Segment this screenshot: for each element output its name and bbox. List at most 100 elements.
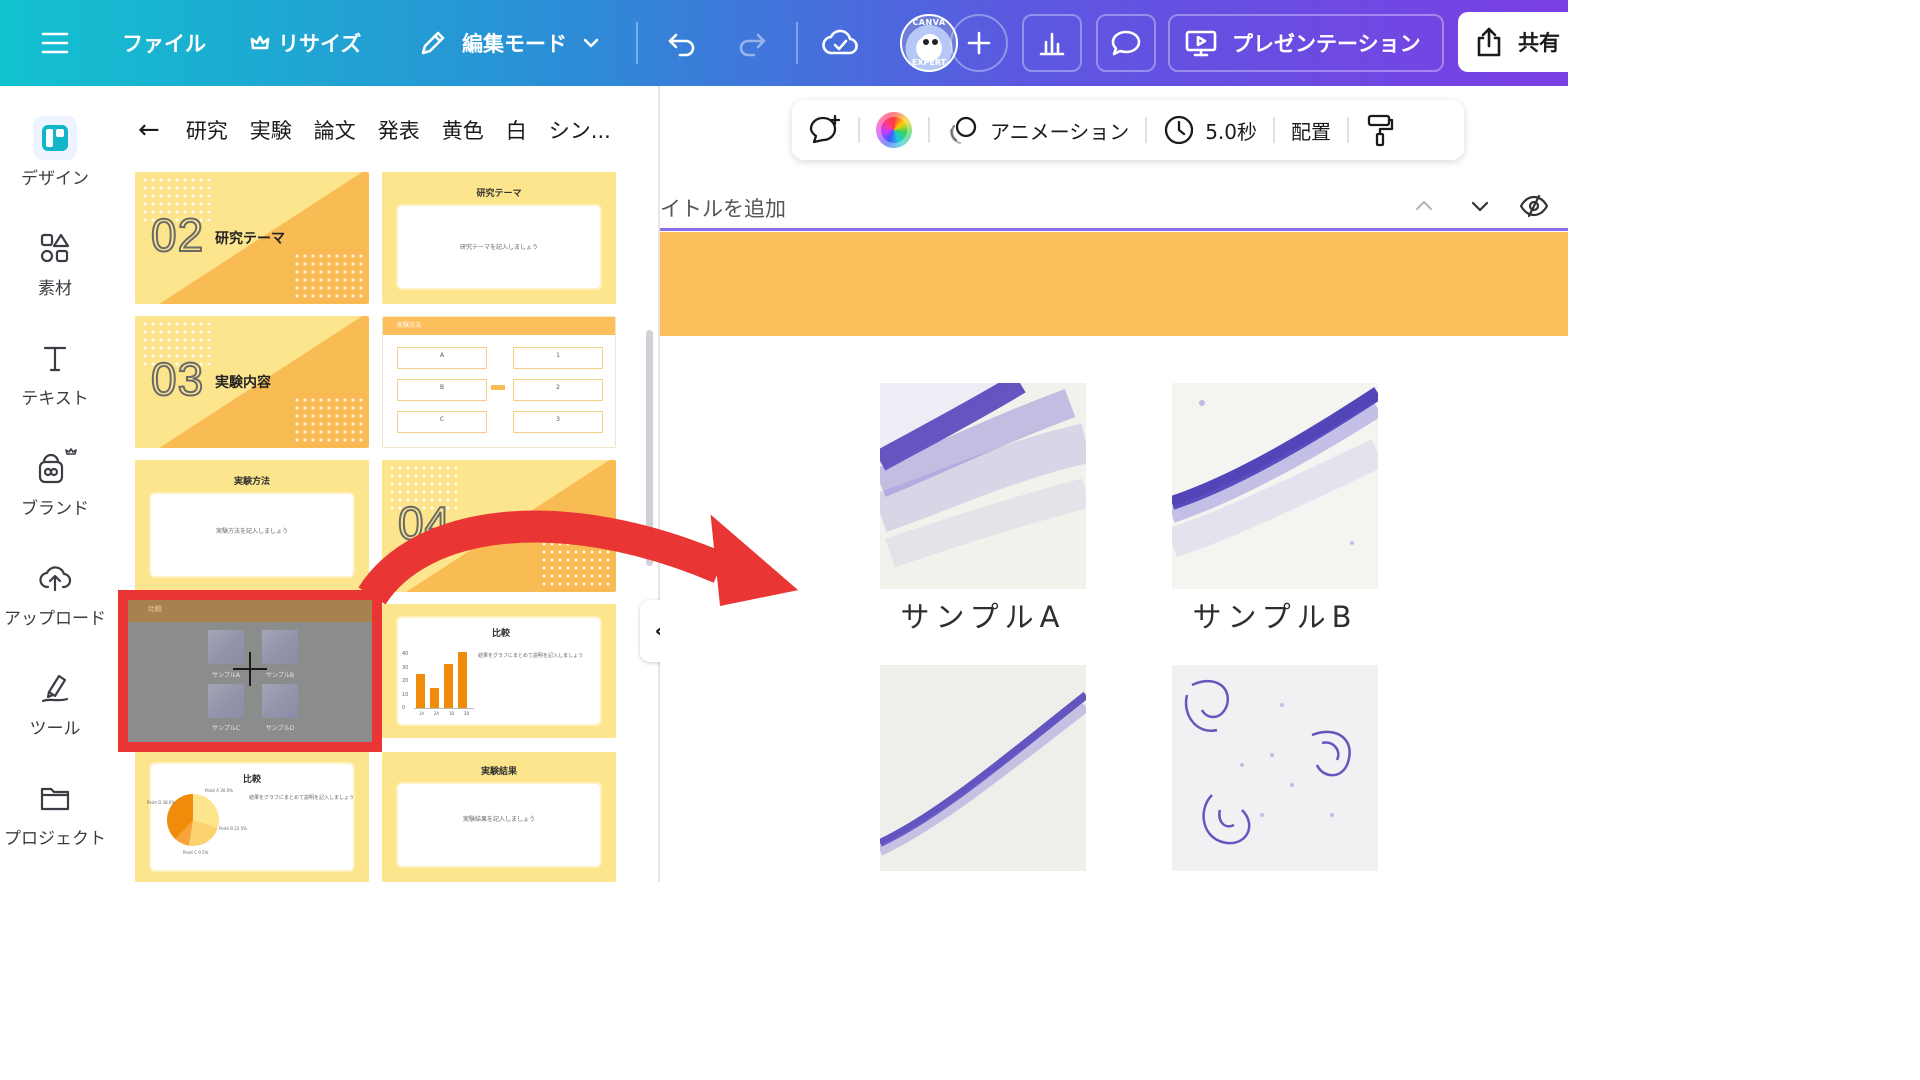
- rail-item-brand[interactable]: ブランド: [0, 446, 110, 519]
- tag-chip[interactable]: 実験: [250, 115, 292, 145]
- template-thumb-method-flow[interactable]: 実験方法 A B C 1 2 3: [382, 316, 616, 448]
- thumb-title: 実験結果: [480, 767, 517, 777]
- insights-button[interactable]: [1022, 14, 1082, 72]
- thumb-body: 結果をグラフにまとめて説明を記入しましょう: [478, 653, 584, 659]
- flow-box-c: C: [397, 411, 487, 433]
- undo-button[interactable]: [666, 0, 698, 86]
- pie-label: Point B 22.5%: [219, 826, 247, 831]
- arrange-label: 配置: [1291, 119, 1332, 144]
- section-number: 03: [150, 352, 205, 406]
- invite-button[interactable]: [950, 14, 1008, 72]
- chevron-up-icon: [1415, 200, 1433, 211]
- cloud-upload-icon: [39, 566, 72, 592]
- comments-button[interactable]: [1096, 14, 1156, 72]
- resize-label: リサイズ: [278, 32, 362, 56]
- rail-item-design[interactable]: デザイン: [0, 116, 110, 189]
- present-label: プレゼンテーション: [1232, 32, 1421, 56]
- rail-item-projects[interactable]: プロジェクト: [0, 776, 110, 849]
- animation-button[interactable]: アニメーション: [930, 100, 1145, 160]
- tag-chip[interactable]: 研究: [186, 115, 228, 145]
- cloud-check-icon: [822, 29, 858, 55]
- template-thumb-results[interactable]: 実験結果 実験結果を記入しましょう: [382, 752, 616, 882]
- redo-button[interactable]: [736, 0, 768, 86]
- element-context-toolbar: アニメーション 5.0秒 配置: [792, 100, 1464, 160]
- flow-box-a: A: [397, 347, 487, 369]
- file-menu-button[interactable]: ファイル: [122, 0, 206, 86]
- sample-photo-d[interactable]: [1172, 665, 1378, 871]
- bar-x-ticks: 1A 2A 1B 2B: [418, 711, 470, 716]
- duration-button[interactable]: 5.0秒: [1147, 100, 1273, 160]
- sample-photo-c[interactable]: [880, 665, 1086, 871]
- present-button[interactable]: プレゼンテーション: [1168, 14, 1444, 72]
- pie-label: Point D 38.0%: [147, 800, 176, 805]
- section-number: 02: [150, 208, 205, 262]
- pencil-icon: [421, 31, 445, 55]
- template-thumb-theme[interactable]: 研究テーマ 研究テーマを記入しましょう: [382, 172, 616, 304]
- panda-eye: [932, 39, 938, 45]
- resize-button[interactable]: リサイズ: [250, 0, 361, 86]
- add-comment-button[interactable]: [792, 100, 858, 160]
- bar-mark: [444, 664, 453, 708]
- chevron-down-icon: [1471, 201, 1489, 212]
- rail-label-uploads: アップロード: [4, 609, 106, 629]
- pie-label: Point A 30.0%: [205, 788, 233, 793]
- bar-mark: [458, 652, 467, 708]
- shapes-icon: [40, 233, 70, 263]
- toolbar-divider: [636, 22, 638, 64]
- back-arrow-icon[interactable]: ←: [138, 115, 160, 145]
- sample-caption-b[interactable]: サンプルB: [1172, 594, 1378, 636]
- menu-button[interactable]: [40, 0, 70, 86]
- tag-chip[interactable]: シン...: [549, 115, 611, 145]
- rail-item-text[interactable]: テキスト: [0, 336, 110, 409]
- bar-mark: [416, 674, 425, 708]
- sample-photo-a[interactable]: [880, 383, 1086, 589]
- template-thumb-pie-compare[interactable]: 比較 Point D 38.0% Point A 30.0% Point B 2…: [135, 752, 369, 882]
- rail-item-uploads[interactable]: アップロード: [0, 556, 110, 629]
- edit-mode-label: 編集モード: [462, 32, 567, 56]
- template-thumb-02[interactable]: 02 研究テーマ: [135, 172, 369, 304]
- template-thumb-method[interactable]: 実験方法 実験方法を記入しましょう: [135, 460, 369, 592]
- animation-label: アニメーション: [990, 119, 1130, 144]
- section-title: 研究テーマ: [215, 231, 285, 247]
- dot-pattern: [293, 396, 363, 442]
- panel-scrollbar[interactable]: [646, 330, 653, 566]
- flow-box-3: 3: [513, 411, 603, 433]
- save-status-button[interactable]: [822, 0, 858, 86]
- slide-header-band[interactable]: [660, 232, 1568, 336]
- page-up-button[interactable]: [1410, 188, 1438, 224]
- hamburger-menu-icon: [41, 32, 69, 54]
- template-thumb-04[interactable]: 04 実験結果: [382, 460, 616, 592]
- eye-hidden-icon: [1519, 194, 1549, 218]
- thumb-card: [149, 492, 355, 578]
- tag-chip[interactable]: 論文: [314, 115, 356, 145]
- tag-chip[interactable]: 発表: [378, 115, 420, 145]
- file-menu-label: ファイル: [122, 32, 206, 56]
- crown-icon: [250, 35, 270, 50]
- copy-style-button[interactable]: [1349, 100, 1411, 160]
- page-down-button[interactable]: [1466, 188, 1494, 224]
- avatar-top-text: CANVA: [912, 18, 946, 27]
- thumb-body: 実験結果を記入しましょう: [462, 816, 535, 823]
- share-button[interactable]: 共有: [1458, 12, 1588, 72]
- hide-page-button[interactable]: [1518, 188, 1550, 224]
- thumb-title: 実験方法: [233, 477, 270, 487]
- template-thumb-bar-compare[interactable]: 比較 結果をグラフにまとめて説明を記入しましょう 40 30 20 10 0 1A 2A 1…: [382, 604, 616, 738]
- tag-chip[interactable]: 白: [506, 115, 527, 145]
- sample-photo-b[interactable]: [1172, 383, 1378, 589]
- undo-icon: [668, 33, 695, 57]
- top-toolbar: ファイル リサイズ 編集モード CANVA EXPERT プレゼンテーション 共…: [0, 0, 1588, 86]
- section-title: 実験内容: [215, 375, 271, 391]
- thumb-card: [396, 782, 602, 868]
- arrange-button[interactable]: 配置: [1275, 100, 1347, 160]
- page-title-input[interactable]: イトルを追加: [660, 193, 786, 223]
- color-button[interactable]: [860, 100, 928, 160]
- tag-chip[interactable]: 黄色: [442, 115, 484, 145]
- edit-mode-dropdown[interactable]: 編集モード: [418, 0, 601, 86]
- rail-label-elements: 素材: [38, 279, 72, 299]
- dot-pattern: [540, 540, 610, 586]
- rail-item-tools[interactable]: ツール: [0, 666, 110, 739]
- rail-item-elements[interactable]: 素材: [0, 226, 110, 299]
- template-thumb-03[interactable]: 03 実験内容: [135, 316, 369, 448]
- rail-label-text: テキスト: [21, 389, 89, 409]
- sample-caption-a[interactable]: サンプルA: [880, 594, 1086, 636]
